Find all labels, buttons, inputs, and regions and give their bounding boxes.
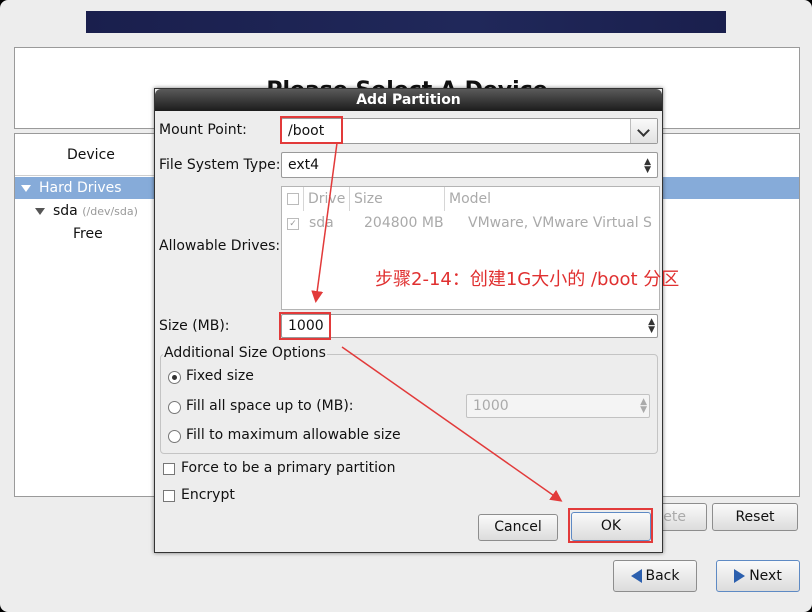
annotation-arrows [311, 142, 563, 502]
step-annotation: 步骤2-14：创建1G大小的 /boot 分区 [375, 269, 680, 290]
arrow-to-size [311, 142, 338, 303]
installer-screen: Please Select A Device Device Hard Drive… [0, 0, 812, 612]
arrow-to-ok [341, 346, 563, 502]
